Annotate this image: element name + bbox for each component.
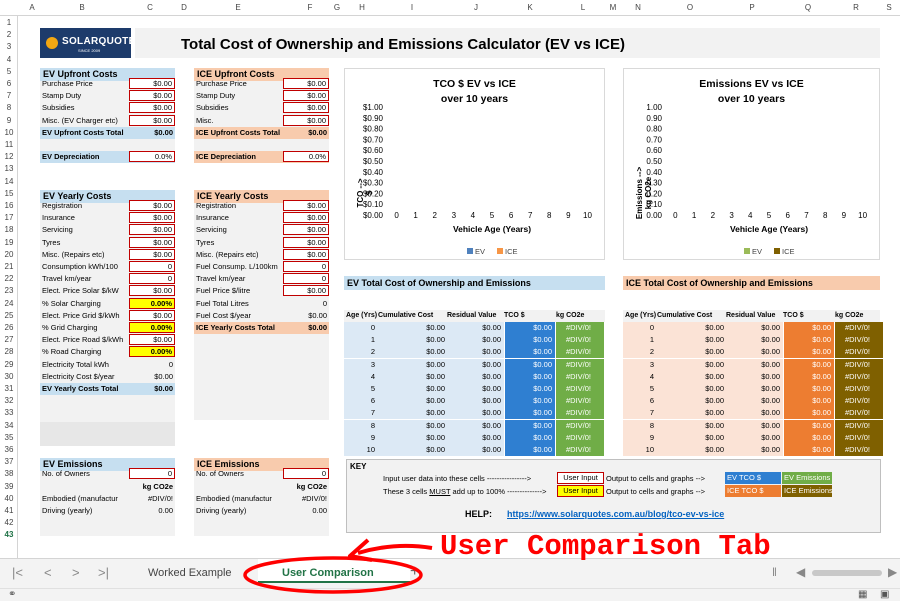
annotation-circle bbox=[243, 556, 423, 594]
annotation-arrow-shaft bbox=[357, 543, 433, 555]
annotation-text: User Comparison Tab bbox=[440, 530, 771, 563]
annotation-overlay bbox=[243, 538, 433, 594]
